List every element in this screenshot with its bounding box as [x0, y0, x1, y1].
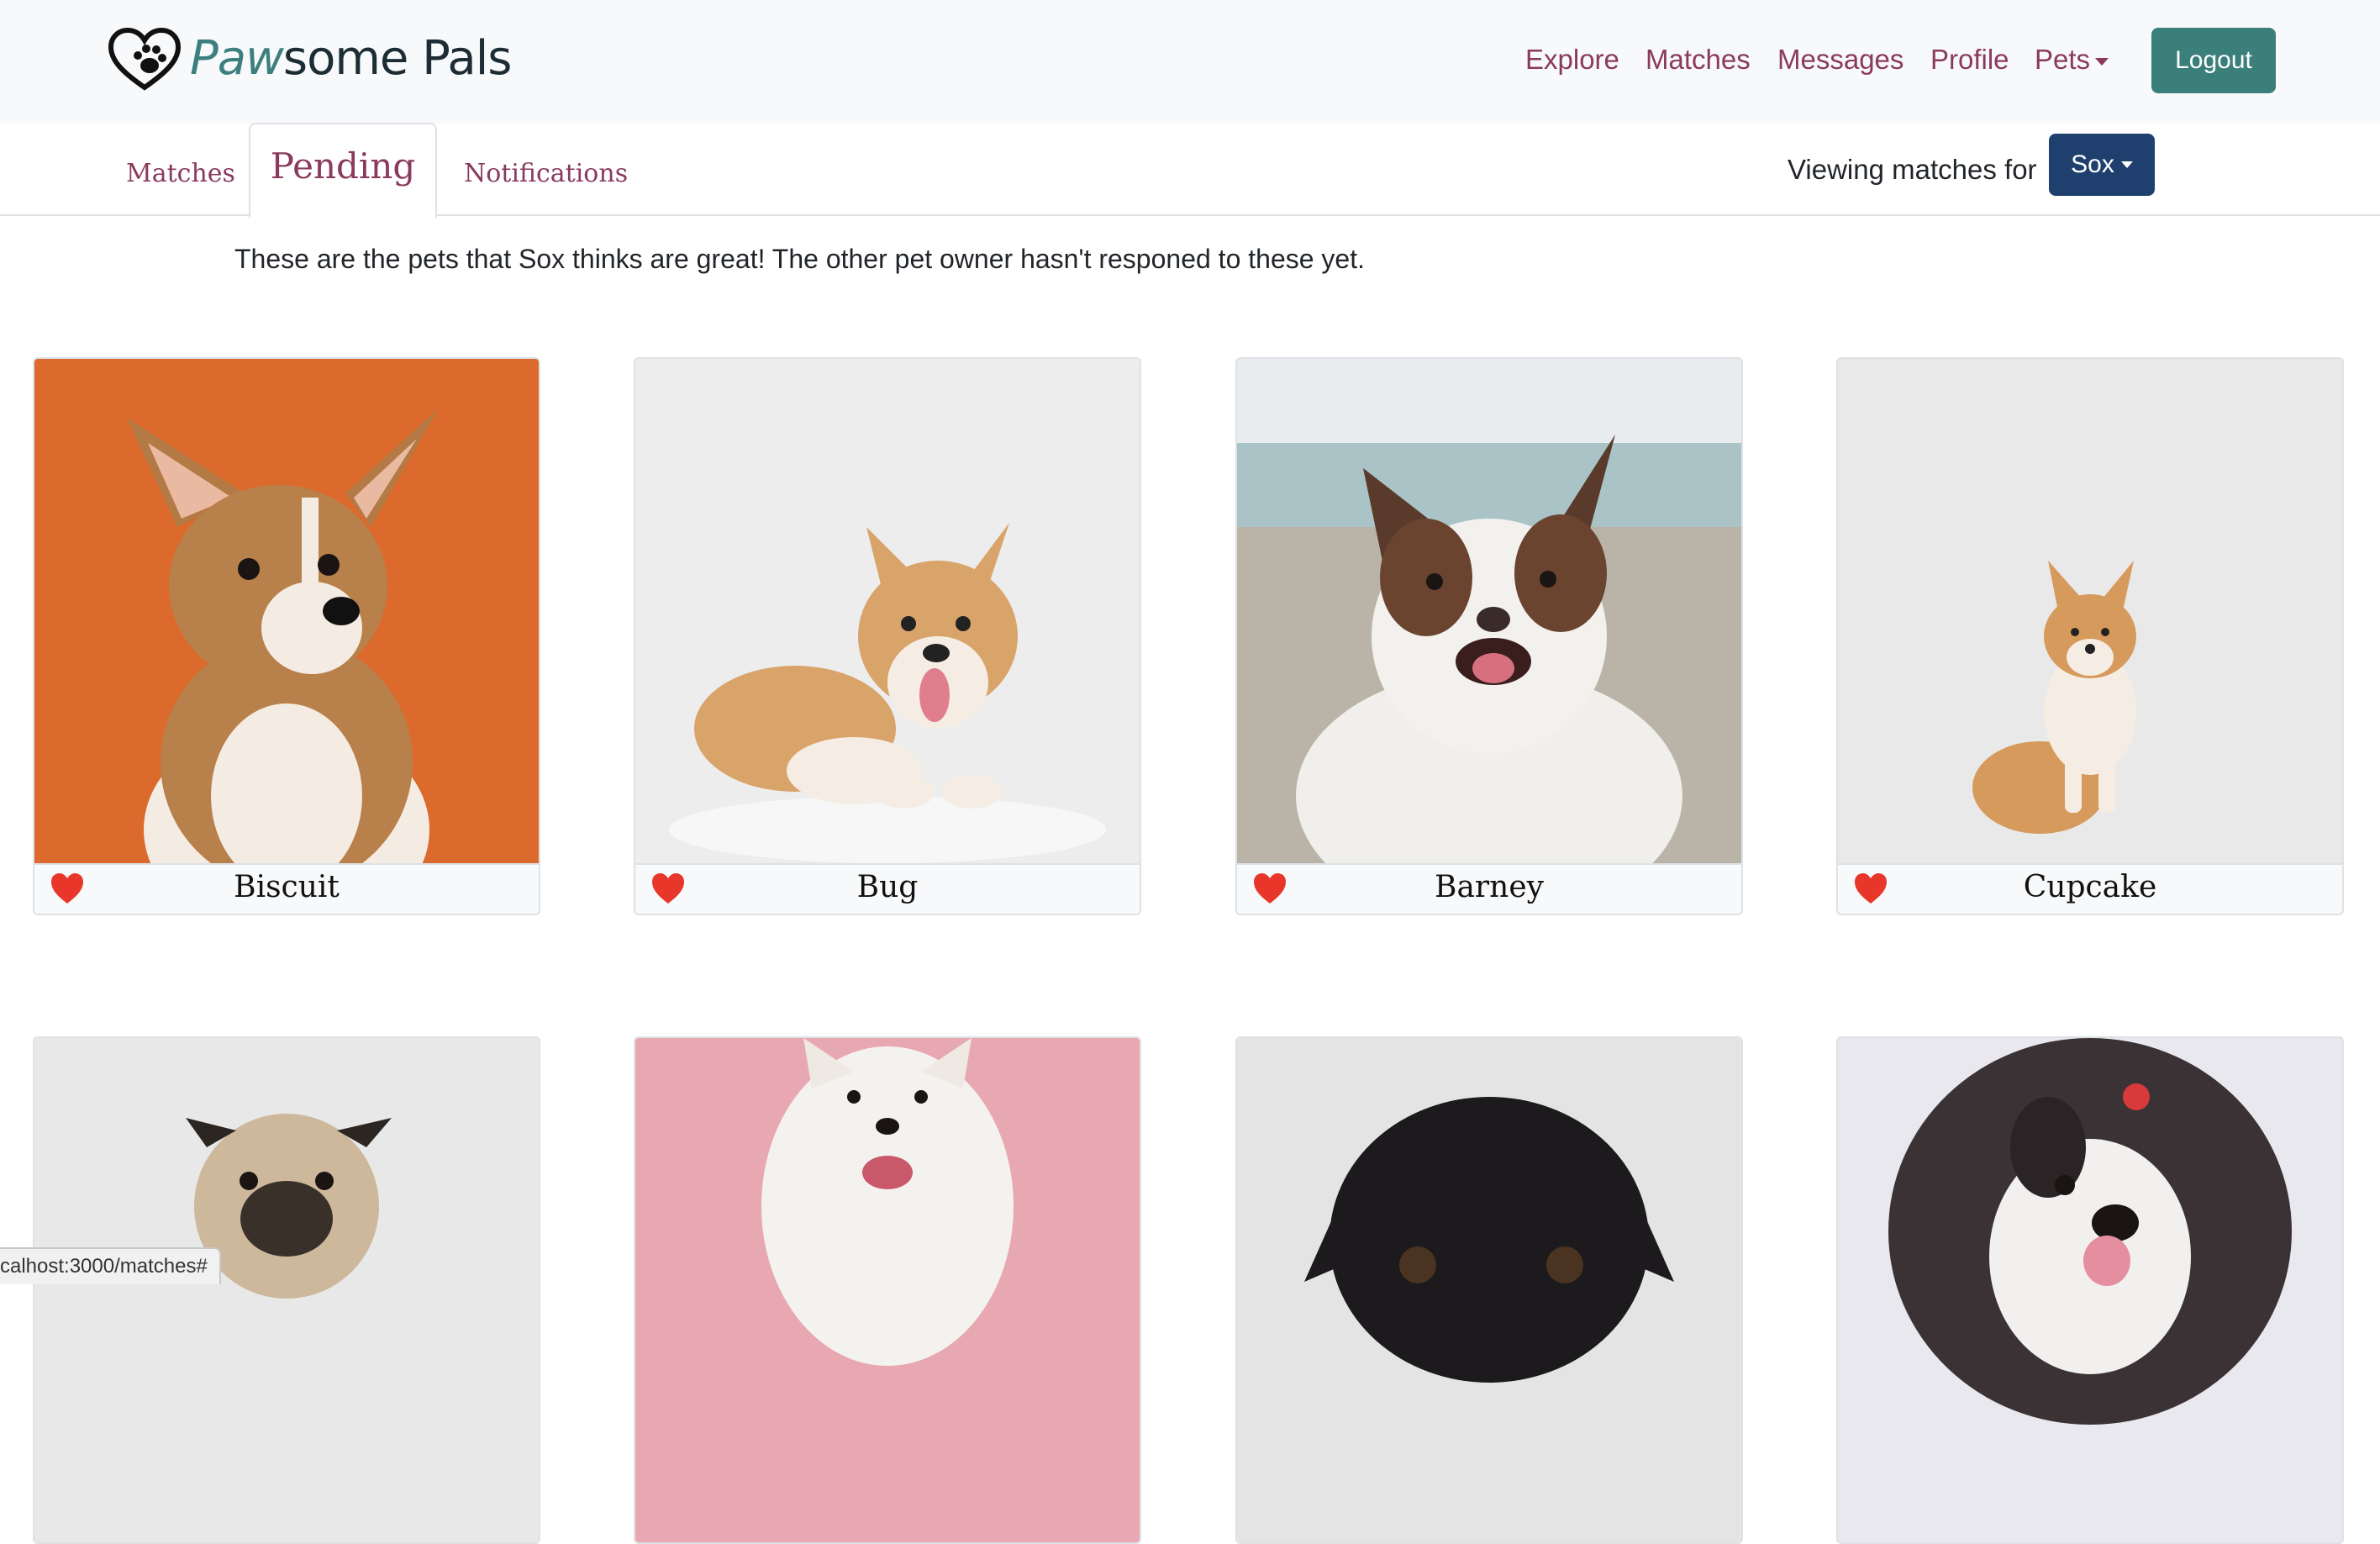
nav-explore[interactable]: Explore: [1525, 44, 1619, 76]
pet-card[interactable]: Barney: [1235, 357, 1743, 915]
pet-card[interactable]: [1235, 1036, 1743, 1544]
nav-profile[interactable]: Profile: [1930, 44, 2009, 76]
pet-card[interactable]: Biscuit: [33, 357, 540, 915]
pet-name: Barney: [1435, 870, 1544, 904]
brand-name: Pawsome Pals: [190, 25, 513, 92]
brand[interactable]: Pawsome Pals: [106, 25, 513, 92]
pet-photo: [1838, 359, 2342, 863]
pet-select-value: Sox: [2071, 150, 2114, 178]
pet-card-footer: Cupcake: [1838, 863, 2342, 914]
pet-name: Cupcake: [2023, 870, 2157, 904]
brand-suffix: some Pals: [282, 31, 513, 86]
pet-photo: [1237, 1038, 1741, 1542]
tab-bar: Matches Pending Notifications Viewing ma…: [0, 123, 2380, 219]
nav-messages[interactable]: Messages: [1777, 44, 1903, 76]
pet-card-footer: Bug: [635, 863, 1140, 914]
viewing-matches-label: Viewing matches for: [1788, 154, 2037, 185]
nav-pets-label: Pets: [2035, 44, 2091, 75]
pet-card[interactable]: [634, 1036, 1141, 1544]
nav-matches[interactable]: Matches: [1645, 44, 1751, 76]
caret-down-icon: [2095, 57, 2109, 66]
pet-card[interactable]: Bug: [634, 357, 1141, 915]
tab-notifications[interactable]: Notifications: [464, 159, 628, 188]
pet-photo: [1838, 1038, 2342, 1542]
tab-matches[interactable]: Matches: [126, 159, 235, 188]
brand-prefix: Paw: [190, 31, 284, 86]
pet-card-footer: Barney: [1237, 863, 1741, 914]
pet-photo: [635, 359, 1140, 863]
pet-card[interactable]: [33, 1036, 540, 1544]
tab-pending[interactable]: Pending: [249, 123, 437, 219]
pet-card[interactable]: Cupcake: [1836, 357, 2344, 915]
pet-card-footer: Biscuit: [34, 863, 539, 914]
browser-status-url: calhost:3000/matches#: [0, 1247, 221, 1284]
pet-photo: [1237, 359, 1741, 863]
pet-photo: [635, 1038, 1140, 1542]
pet-photo: [34, 359, 539, 863]
navbar: Pawsome Pals Explore Matches Messages Pr…: [0, 0, 2380, 124]
heart-paw-logo-icon: [108, 27, 182, 91]
pet-card[interactable]: [1836, 1036, 2344, 1544]
pet-photo: [34, 1038, 539, 1542]
pet-select-dropdown[interactable]: Sox: [2049, 134, 2155, 196]
logout-button[interactable]: Logout: [2151, 28, 2276, 93]
caret-down-icon: [2120, 161, 2133, 168]
pet-name: Bug: [856, 870, 919, 904]
nav-pets-dropdown[interactable]: Pets: [2035, 44, 2109, 76]
pet-name: Biscuit: [234, 870, 340, 904]
pending-intro-text: These are the pets that Sox thinks are g…: [234, 244, 1365, 274]
